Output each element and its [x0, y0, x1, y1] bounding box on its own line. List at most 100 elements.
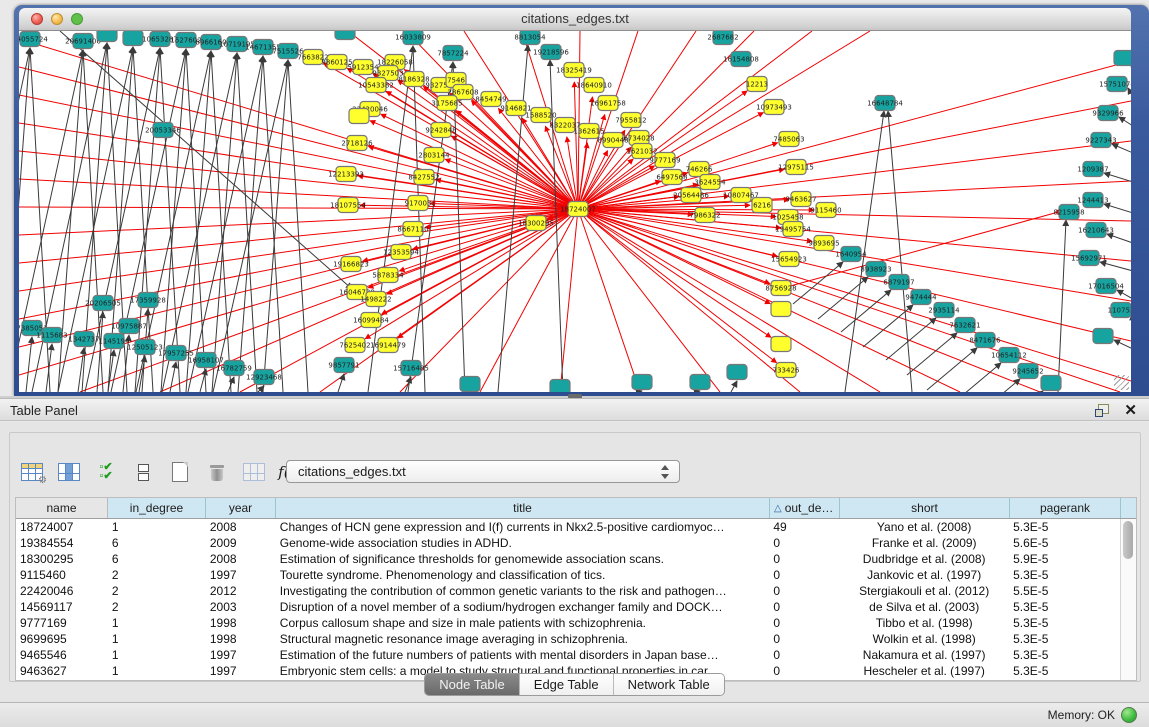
svg-text:8427552: 8427552: [408, 174, 439, 182]
table-cell: 14569117: [16, 599, 108, 615]
svg-text:16782759: 16782759: [216, 365, 252, 373]
column-header-year[interactable]: year: [206, 498, 276, 518]
column-header-pagerank[interactable]: pagerank: [1010, 498, 1121, 518]
table-cell: Nakamura et al. (1997): [839, 647, 1009, 663]
svg-text:7546: 7546: [447, 77, 465, 85]
table-row[interactable]: 969969511998Structural magnetic resonanc…: [16, 631, 1120, 647]
row-height-button[interactable]: [129, 459, 157, 485]
table-row[interactable]: 1872400712008Changes of HCN gene express…: [16, 519, 1120, 535]
svg-text:12923468: 12923468: [246, 374, 282, 382]
table-cell: Genome-wide association studies in ADHD.: [276, 535, 770, 551]
table-cell: 2: [108, 599, 206, 615]
tab-edge-table[interactable]: Edge Table: [520, 674, 614, 695]
table-cell: 5.3E-5: [1009, 615, 1120, 631]
svg-text:19166823: 19166823: [333, 261, 369, 269]
table-mode-button[interactable]: ⚙: [18, 459, 46, 485]
delete-column-button[interactable]: [203, 459, 231, 485]
create-column-button[interactable]: [166, 459, 194, 485]
svg-text:6879197: 6879197: [883, 279, 914, 287]
close-panel-icon[interactable]: ✕: [1124, 401, 1137, 419]
svg-text:8938923: 8938923: [860, 266, 891, 274]
svg-text:9893695: 9893695: [808, 240, 839, 248]
table-cell: 1: [108, 631, 206, 647]
svg-text:15716485: 15716485: [393, 365, 429, 373]
svg-text:16210643: 16210643: [1078, 227, 1114, 235]
table-cell: Corpus callosum shape and size in male p…: [276, 615, 770, 631]
tab-node-table[interactable]: Node Table: [425, 674, 520, 695]
table-cell: 5.3E-5: [1009, 519, 1120, 535]
memory-status: Memory: OK: [1048, 708, 1115, 722]
scrollbar-thumb[interactable]: [1123, 521, 1133, 559]
table-row[interactable]: 911546021997Tourette syndrome. Phenomeno…: [16, 567, 1120, 583]
tab-network-table[interactable]: Network Table: [614, 674, 724, 695]
table-cell: 2012: [206, 583, 276, 599]
svg-text:16033809: 16033809: [395, 34, 431, 42]
svg-text:7955812: 7955812: [615, 117, 646, 125]
svg-text:18640910: 18640910: [576, 82, 612, 90]
table-cell: 5.6E-5: [1009, 535, 1120, 551]
svg-text:20053346: 20053346: [145, 127, 181, 135]
table-cell: Tibbo et al. (1998): [839, 615, 1009, 631]
network-file-select[interactable]: citations_edges.txt: [286, 460, 680, 483]
svg-text:1588520: 1588520: [525, 112, 556, 120]
table-cell: 2009: [206, 535, 276, 551]
svg-text:8813054: 8813054: [514, 34, 546, 42]
table-cell: Estimation of the future numbers of pati…: [276, 647, 770, 663]
svg-text:19495754: 19495754: [775, 226, 811, 234]
table-cell: 6: [108, 535, 206, 551]
table-row[interactable]: 1456911722003Disruption of a novel membe…: [16, 599, 1120, 615]
table-cell: 0: [769, 599, 839, 615]
table-cell: 1998: [206, 631, 276, 647]
network-window-title: citations_edges.txt: [19, 11, 1131, 26]
table-column-icon: [58, 463, 80, 481]
table-cell: 2003: [206, 599, 276, 615]
show-columns-button[interactable]: [55, 459, 83, 485]
table-cell: Franke et al. (2009): [839, 535, 1009, 551]
svg-text:17016504: 17016504: [1088, 283, 1124, 291]
table-delete-icon: [243, 463, 265, 481]
table-row[interactable]: 977716911998Corpus callosum shape and si…: [16, 615, 1120, 631]
svg-text:1244413: 1244413: [1077, 197, 1108, 205]
svg-text:2718126: 2718126: [341, 140, 373, 148]
table-scrollbar[interactable]: [1120, 519, 1136, 680]
column-header-out_de[interactable]: △out_de…: [770, 498, 840, 518]
table-cell: 22420046: [16, 583, 108, 599]
table-cell: 9777169: [16, 615, 108, 631]
table-row[interactable]: 2242004622012Investigating the contribut…: [16, 583, 1120, 599]
column-header-short[interactable]: short: [840, 498, 1010, 518]
table-header-row: namein_degreeyeartitle△out_de…shortpager…: [16, 498, 1136, 519]
svg-text:10973493: 10973493: [756, 104, 792, 112]
table-cell: 9465546: [16, 647, 108, 663]
table-cell: 0: [769, 583, 839, 599]
network-window-titlebar[interactable]: citations_edges.txt: [19, 8, 1131, 31]
table-panel-title: Table Panel: [10, 403, 78, 418]
table-cell: 0: [769, 567, 839, 583]
svg-text:6734028: 6734028: [623, 135, 654, 143]
svg-text:9777169: 9777169: [649, 157, 680, 165]
column-header-title[interactable]: title: [276, 498, 770, 518]
table-row[interactable]: 1830029562008Estimation of significance …: [16, 551, 1120, 567]
table-cell: 1: [108, 519, 206, 535]
svg-text:917003: 917003: [405, 200, 432, 208]
svg-text:18300295: 18300295: [518, 220, 554, 228]
table-tab-segment: Node TableEdge TableNetwork Table: [424, 673, 725, 696]
column-header-in_degree[interactable]: in_degree: [108, 498, 206, 518]
resize-grip-icon[interactable]: [1114, 375, 1129, 390]
float-panel-icon[interactable]: [1095, 404, 1109, 417]
table-panel-body: ⚙ ▫✔▫✔: [0, 422, 1149, 702]
svg-text:1209387: 1209387: [1077, 166, 1108, 174]
select-columns-button[interactable]: ▫✔▫✔: [92, 459, 120, 485]
table-row[interactable]: 1938455462009Genome-wide association stu…: [16, 535, 1120, 551]
table-cell: 0: [769, 535, 839, 551]
table-cell: 5.9E-5: [1009, 551, 1120, 567]
svg-text:7857224: 7857224: [437, 50, 469, 58]
network-canvas[interactable]: 1405572420691406106532871527602696616010…: [19, 31, 1131, 392]
svg-text:9463627: 9463627: [785, 196, 816, 204]
svg-text:1362615: 1362615: [573, 128, 604, 136]
table-cell: 6: [108, 551, 206, 567]
table-cell: 0: [769, 647, 839, 663]
table-cell: 0: [769, 551, 839, 567]
table-row[interactable]: 946554611997Estimation of the future num…: [16, 647, 1120, 663]
svg-text:9115460: 9115460: [810, 207, 841, 215]
column-header-name[interactable]: name: [16, 498, 108, 518]
